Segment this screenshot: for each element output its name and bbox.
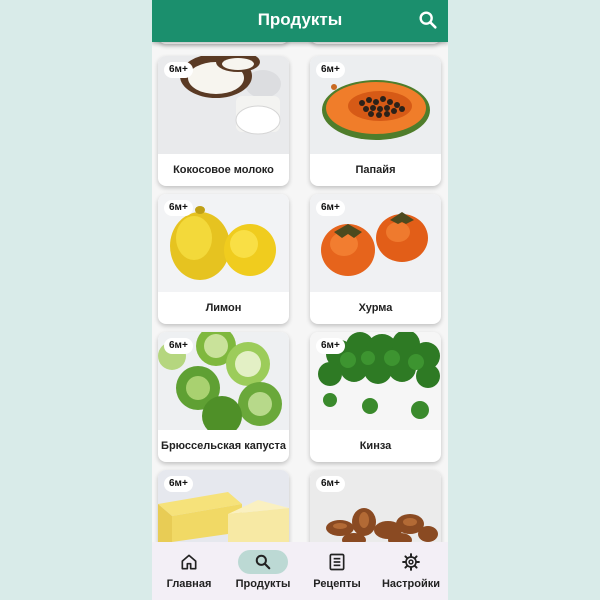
product-name: Хурма [358,302,393,314]
age-badge: 6м+ [164,200,193,216]
product-card-butter[interactable]: 6м+ [158,470,289,542]
gear-icon [402,553,420,571]
age-badge: 6м+ [164,476,193,492]
product-card-pecans[interactable]: 6м+ [310,470,441,542]
search-icon [255,554,271,570]
product-name: Лимон [205,302,242,314]
product-name: Кокосовое молоко [173,164,274,176]
app-bar: Продукты [152,0,448,42]
product-card-brussels-sprouts[interactable]: 6м+ Брюссельская капуста [158,332,289,462]
product-name: Папайя [355,164,396,176]
product-card-cilantro[interactable]: 6м+ Кинза [310,332,441,462]
age-badge: 6м+ [316,200,345,216]
nav-label: Настройки [381,578,441,590]
product-card-coconut-milk[interactable]: 6м+ Кокосовое молоко [158,56,289,186]
bottom-navigation: Главная Продукты Рецепты Настройки [152,542,448,600]
product-name: Брюссельская капуста [161,440,286,452]
product-grid[interactable]: 6м+ Кокосовое молоко 6м+ Папайя 6м+ Лимо… [152,0,448,542]
product-name: Кинза [359,440,392,452]
product-card-papaya[interactable]: 6м+ Папайя [310,56,441,186]
age-badge: 6м+ [164,338,193,354]
home-icon [181,554,197,570]
page-title: Продукты [257,10,343,29]
nav-label: Главная [166,578,212,590]
nav-label: Продукты [235,578,291,590]
product-card-persimmon[interactable]: 6м+ Хурма [310,194,441,324]
age-badge: 6м+ [316,62,345,78]
nav-item-settings[interactable]: Настройки [374,542,448,600]
nav-label: Рецепты [313,578,361,590]
nav-item-home[interactable]: Главная [152,542,226,600]
search-icon[interactable] [417,9,439,31]
nav-item-recipes[interactable]: Рецепты [300,542,374,600]
age-badge: 6м+ [316,476,345,492]
product-card-lemon[interactable]: 6м+ Лимон [158,194,289,324]
age-badge: 6м+ [164,62,193,78]
age-badge: 6м+ [316,338,345,354]
phone-screen: 6м+ Кокосовое молоко 6м+ Папайя 6м+ Лимо… [152,0,448,600]
nav-item-products[interactable]: Продукты [226,542,300,600]
list-icon [329,553,345,571]
